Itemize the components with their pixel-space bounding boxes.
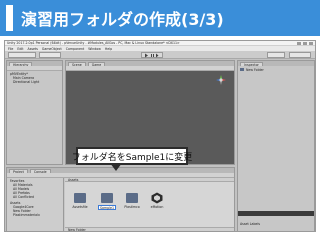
menu-component[interactable]: Component	[66, 47, 85, 51]
play-controls[interactable]	[141, 52, 163, 58]
tree-favorite-item[interactable]: All Conflicted	[13, 195, 34, 199]
hierarchy-item-directional-light[interactable]: Directional Light	[13, 80, 39, 84]
window-controls	[297, 42, 313, 45]
editor-toolbar	[5, 51, 315, 59]
close-button[interactable]	[309, 42, 313, 45]
asset-item-label: eMotion	[150, 205, 164, 209]
asset-labels-label: Asset Labels	[240, 222, 260, 226]
menu-file[interactable]: File	[8, 47, 13, 51]
header-accent-bar	[6, 5, 13, 31]
inspector-panel: Inspector New Folder Asset Labels	[237, 60, 315, 231]
callout-text: フォルダ名をSample1に変更	[71, 152, 193, 163]
folder-icon[interactable]	[74, 193, 86, 203]
layout-dropdown[interactable]	[289, 52, 311, 58]
maximize-button[interactable]	[303, 42, 307, 45]
asset-item-label: Plastimco	[124, 205, 140, 209]
project-panel: Project Console Favorites All Materials …	[6, 167, 235, 232]
asset-status-bar: New Folder	[65, 227, 234, 232]
inspector-tabrow: Inspector	[238, 61, 314, 67]
tab-scene[interactable]: Scene	[68, 61, 86, 67]
slide: 演習用フォルダの作成(3/3) Unity 2017.2.0p1 Persona…	[0, 0, 320, 240]
slide-header: 演習用フォルダの作成(3/3)	[0, 0, 320, 36]
rename-field-value: Sample1	[100, 206, 114, 210]
asset-breadcrumb-bar: Assets	[65, 178, 234, 182]
pivot-toggles[interactable]	[39, 52, 61, 58]
folder-icon[interactable]	[126, 193, 138, 203]
scene-gizmo-icon[interactable]	[216, 75, 226, 85]
menu-help[interactable]: Help	[105, 47, 112, 51]
unity-logo-icon[interactable]	[151, 192, 163, 204]
menu-window[interactable]: Window	[88, 47, 101, 51]
project-tree: Favorites All Materials All Models All P…	[7, 178, 64, 231]
minimize-button[interactable]	[297, 42, 301, 45]
tab-inspector[interactable]: Inspector	[240, 61, 263, 67]
asset-status-text: New Folder	[68, 228, 86, 232]
folder-icon	[240, 68, 244, 71]
tab-hierarchy[interactable]: Hierarchy	[9, 61, 33, 67]
account-dropdown[interactable]	[267, 52, 285, 58]
hierarchy-create-bar	[7, 66, 62, 71]
inspector-selected-name: New Folder	[246, 68, 264, 72]
slide-title: 演習用フォルダの作成(3/3)	[21, 10, 224, 29]
callout-pointer	[110, 163, 122, 171]
unity-editor-screenshot: Unity 2017.2.0p1 Personal (64bit) - pVen…	[4, 40, 316, 232]
window-title: Unity 2017.2.0p1 Personal (64bit) - pVen…	[7, 41, 180, 45]
menu-assets[interactable]: Assets	[28, 47, 38, 51]
tab-console[interactable]: Console	[29, 168, 51, 174]
tab-game[interactable]: Game	[87, 61, 106, 67]
asset-breadcrumb[interactable]: Assets	[68, 178, 78, 182]
menu-edit[interactable]: Edit	[17, 47, 23, 51]
instruction-callout: フォルダ名をSample1に変更	[72, 147, 192, 165]
transform-tools[interactable]	[8, 52, 36, 58]
asset-grid: Assets Assetsfile Sample1 Plastimco eMot…	[65, 178, 234, 232]
asset-item-label: Assetsfile	[72, 205, 88, 209]
menu-gameobject[interactable]: GameObject	[42, 47, 62, 51]
hierarchy-panel: Hierarchy pMVEntity* Main Camera Directi…	[6, 60, 63, 165]
play-icon[interactable]	[142, 53, 162, 58]
tree-asset-item[interactable]: Plastimmaterialx	[13, 213, 40, 217]
folder-icon[interactable]	[101, 193, 113, 203]
rename-field[interactable]: Sample1	[98, 205, 116, 210]
preview-bar	[238, 211, 314, 216]
tab-project[interactable]: Project	[9, 168, 28, 174]
